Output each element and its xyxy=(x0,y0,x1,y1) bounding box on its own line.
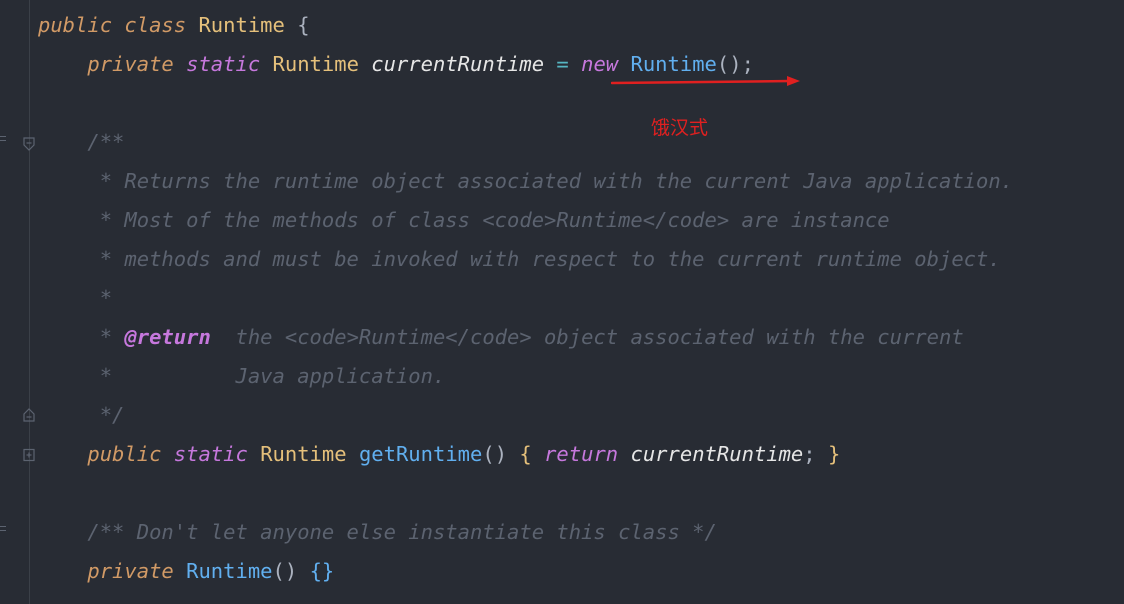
code-token: @return xyxy=(124,325,211,349)
breakpoint-marker[interactable] xyxy=(0,526,6,531)
code-line[interactable]: * Returns the runtime object associated … xyxy=(38,162,1013,201)
code-token: * methods and must be invoked with respe… xyxy=(99,247,1001,271)
code-token: * Returns the runtime object associated … xyxy=(99,169,1014,193)
code-token: return xyxy=(544,442,619,466)
code-token: /** xyxy=(87,130,125,154)
code-token: the <code>Runtime</code> object associat… xyxy=(210,325,964,349)
code-line[interactable]: private Runtime() {} xyxy=(38,552,334,591)
code-line[interactable]: * methods and must be invoked with respe… xyxy=(38,240,1001,279)
code-token: (); xyxy=(716,52,754,76)
code-token: * Most of the methods of class <code>Run… xyxy=(99,208,890,232)
code-token: ; xyxy=(803,442,816,466)
code-token: private xyxy=(87,52,174,76)
code-token: getRuntime xyxy=(358,442,483,466)
code-token: * xyxy=(99,286,113,310)
code-token: public xyxy=(38,13,113,37)
code-token: static xyxy=(186,52,261,76)
code-token: Runtime xyxy=(272,52,359,76)
code-line[interactable]: public static Runtime getRuntime() { ret… xyxy=(38,435,840,474)
code-token: {} xyxy=(309,559,335,583)
code-token: Runtime xyxy=(186,559,273,583)
fold-collapse-icon[interactable] xyxy=(23,137,35,151)
code-token: Runtime xyxy=(630,52,717,76)
red-underline-arrow-icon xyxy=(611,76,800,86)
code-line[interactable]: * Most of the methods of class <code>Run… xyxy=(38,201,890,240)
code-token: * Java application. xyxy=(99,364,446,388)
code-token: Runtime xyxy=(198,13,285,37)
code-token: = xyxy=(556,52,569,76)
code-line[interactable]: * xyxy=(38,279,112,318)
code-token: new xyxy=(581,52,619,76)
editor-gutter xyxy=(0,0,29,604)
code-token: private xyxy=(87,559,174,583)
code-token: () xyxy=(272,559,298,583)
code-token: currentRuntime xyxy=(630,442,804,466)
annotation-label: 饿汉式 xyxy=(651,117,709,139)
code-token: */ xyxy=(99,403,125,427)
code-token: } xyxy=(827,442,841,466)
code-token: currentRuntime xyxy=(371,52,545,76)
code-token: { xyxy=(519,442,532,466)
gutter-separator xyxy=(29,0,30,604)
code-token: class xyxy=(124,13,187,37)
code-token: () xyxy=(482,442,508,466)
fold-end-icon[interactable] xyxy=(23,408,35,422)
fold-expand-icon[interactable] xyxy=(23,448,35,462)
code-line[interactable]: /** xyxy=(38,123,124,162)
code-line[interactable]: * Java application. xyxy=(38,357,446,396)
code-line[interactable]: public class Runtime { xyxy=(38,6,310,45)
code-line[interactable]: * @return the <code>Runtime</code> objec… xyxy=(38,318,964,357)
code-token: /** Don't let anyone else instantiate th… xyxy=(87,520,717,544)
code-token: Runtime xyxy=(260,442,347,466)
code-token: public xyxy=(87,442,162,466)
breakpoint-marker[interactable] xyxy=(0,136,6,141)
code-token: * xyxy=(99,325,125,349)
code-line[interactable]: */ xyxy=(38,396,125,435)
code-token: static xyxy=(173,442,248,466)
code-token: { xyxy=(297,13,310,37)
code-line[interactable]: /** Don't let anyone else instantiate th… xyxy=(38,513,717,552)
